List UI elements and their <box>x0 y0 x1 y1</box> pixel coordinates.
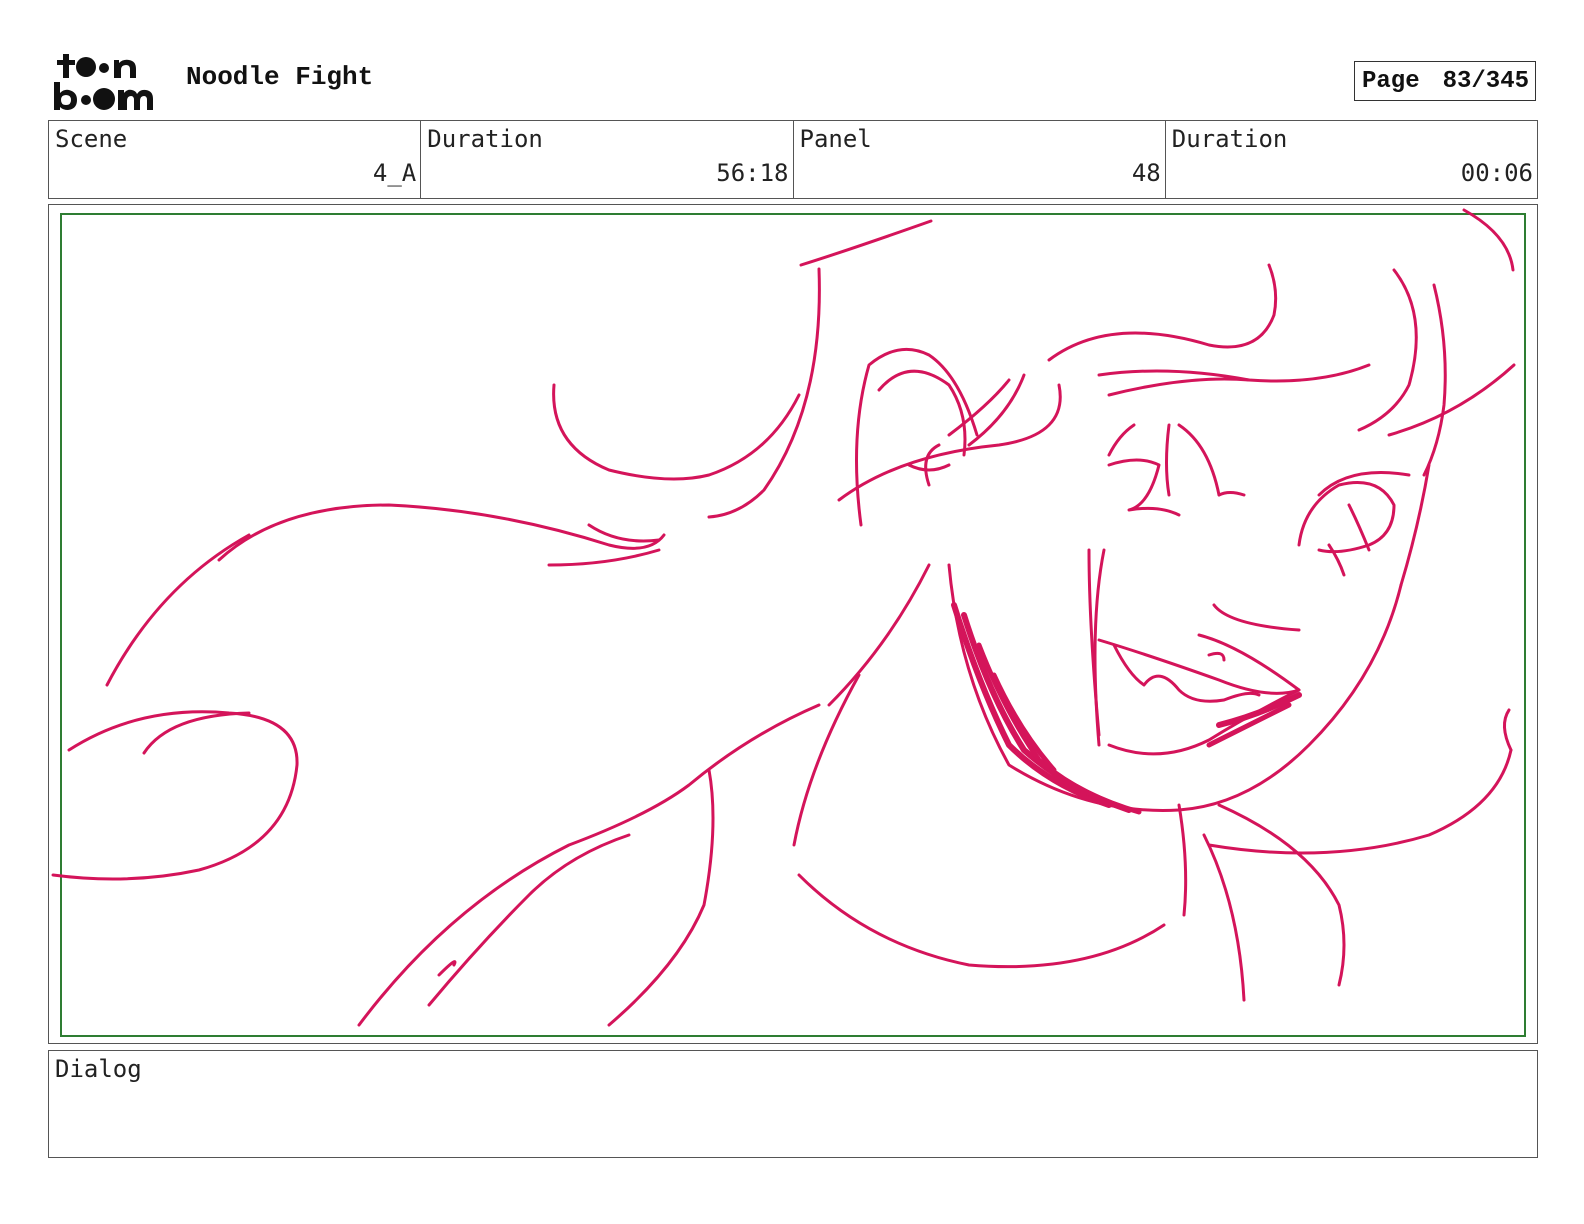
scene-duration-label: Duration <box>427 125 543 153</box>
page-number: 83/345 <box>1442 67 1529 95</box>
storyboard-panel <box>48 204 1538 1044</box>
dialog-box: Dialog <box>48 1050 1538 1158</box>
page-label: Page <box>1362 67 1420 95</box>
panel-duration-label: Duration <box>1171 125 1288 153</box>
panel-duration-cell: Duration 00:06 <box>1166 121 1537 198</box>
toon-boom-logo <box>52 52 164 112</box>
page-indicator: Page 83/345 <box>1354 61 1536 101</box>
scene-duration-value: 56:18 <box>716 159 789 187</box>
project-title: Noodle Fight <box>186 62 374 92</box>
scene-cell: Scene 4_A <box>49 121 422 198</box>
panel-duration-value: 00:06 <box>1460 159 1533 187</box>
scene-duration-cell: Duration 56:18 <box>421 121 794 198</box>
character-sketch-drawing <box>51 208 1516 1027</box>
panel-label: Panel <box>799 125 872 153</box>
scene-value: 4_A <box>372 159 417 187</box>
panel-value: 48 <box>1131 159 1161 187</box>
panel-info-row: Scene 4_A Duration 56:18 Panel 48 Durati… <box>48 120 1538 199</box>
panel-cell: Panel 48 <box>794 121 1166 198</box>
scene-label: Scene <box>55 125 128 153</box>
dialog-label: Dialog <box>55 1055 142 1083</box>
toon-boom-logo-icon <box>54 54 153 110</box>
